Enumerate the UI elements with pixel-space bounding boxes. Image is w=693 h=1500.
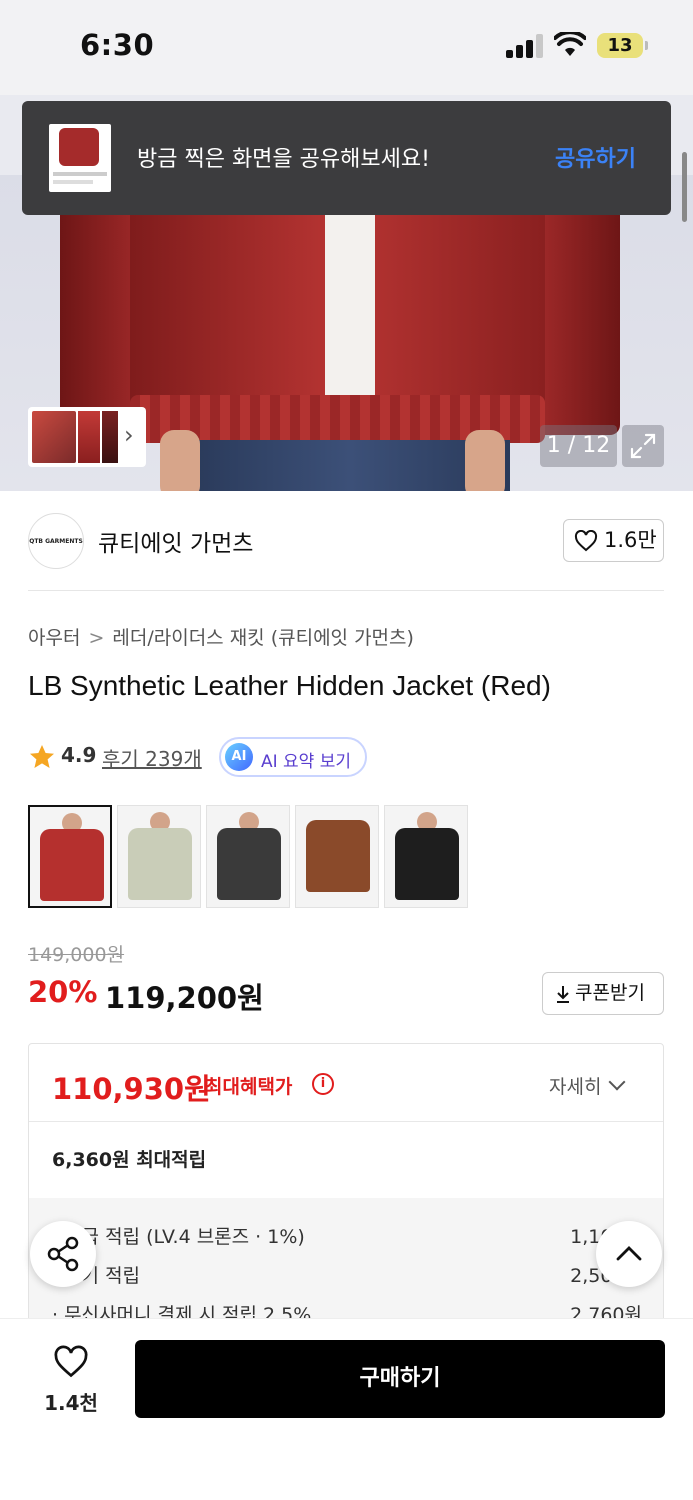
- breadcrumb-item-subcategory[interactable]: 레더/라이더스 재킷 (큐티에잇 가먼츠): [112, 627, 414, 649]
- signal-icon: [506, 34, 544, 58]
- reviews-link[interactable]: 후기 239개: [102, 743, 202, 772]
- brand-like-count: 1.6만: [604, 528, 657, 552]
- brand-logo[interactable]: QTB GARMENTS: [28, 513, 84, 569]
- bottom-action-bar: 1.4천 구매하기: [0, 1318, 693, 1500]
- image-page-counter: 1 / 12: [540, 425, 617, 467]
- share-button[interactable]: 공유하기: [555, 141, 636, 173]
- color-option-charcoal[interactable]: [206, 805, 290, 908]
- chevron-down-icon: [608, 1073, 626, 1091]
- ai-icon: AI: [225, 743, 253, 771]
- detail-label: 자세히: [549, 1076, 602, 1098]
- benefit-detail-toggle[interactable]: 자세히: [549, 1072, 626, 1099]
- battery-indicator: 13: [597, 33, 648, 58]
- benefit-panel: 110,930원 최대혜택가 i 자세히 6,360원 최대적립 · 등급 적립…: [28, 1043, 664, 1333]
- wishlist-count: 1.4천: [44, 1391, 98, 1415]
- divider: [28, 590, 664, 591]
- heart-icon: [574, 530, 598, 552]
- wishlist-button[interactable]: 1.4천: [40, 1345, 102, 1415]
- heart-icon: [54, 1345, 88, 1378]
- coupon-label: 쿠폰받기: [575, 982, 645, 1004]
- download-icon: [557, 986, 569, 1003]
- max-benefit-label: 최대혜택가: [205, 1076, 293, 1098]
- ai-summary-button[interactable]: AI AI 요약 보기: [219, 737, 367, 777]
- sale-price: 119,200원: [105, 981, 264, 1015]
- divider: [29, 1121, 663, 1122]
- buy-button[interactable]: 구매하기: [135, 1340, 665, 1418]
- product-title: LB Synthetic Leather Hidden Jacket (Red): [28, 670, 551, 701]
- chevron-up-icon: [616, 1246, 642, 1261]
- points-row: · 등급 적립 (LV.4 브론즈 · 1%) 1,100원: [52, 1222, 642, 1249]
- color-option-black[interactable]: [384, 805, 468, 908]
- discount-rate: 20%: [28, 975, 98, 1009]
- chevron-right-icon: ›: [124, 421, 134, 449]
- info-icon[interactable]: i: [312, 1073, 334, 1095]
- coupon-download-button[interactable]: 쿠폰받기: [542, 972, 664, 1015]
- expand-icon: [630, 433, 656, 459]
- max-benefit-price: 110,930원: [52, 1072, 211, 1106]
- status-time: 6:30: [80, 28, 155, 62]
- points-breakdown: · 등급 적립 (LV.4 브론즈 · 1%) 1,100원 · 후기 적립 2…: [29, 1198, 663, 1332]
- max-points: 6,360원 최대적립: [52, 1149, 207, 1171]
- expand-image-button[interactable]: [622, 425, 664, 467]
- brand-name[interactable]: 큐티에잇 가먼츠: [98, 524, 253, 558]
- color-option-sage[interactable]: [117, 805, 201, 908]
- original-price: 149,000원: [28, 944, 125, 966]
- status-bar: 6:30 13: [0, 0, 693, 95]
- breadcrumb: 아우터 > 레더/라이더스 재킷 (큐티에잇 가먼츠): [28, 623, 414, 650]
- screenshot-thumbnail: [49, 124, 111, 192]
- share-toast: 방금 찍은 화면을 공유해보세요! 공유하기: [22, 101, 671, 215]
- brand-like-button[interactable]: 1.6만: [563, 519, 664, 562]
- chevron-right-icon: >: [88, 627, 105, 649]
- ai-summary-label: AI 요약 보기: [261, 752, 352, 772]
- scrollbar[interactable]: [682, 152, 687, 222]
- toast-message: 방금 찍은 화면을 공유해보세요!: [137, 147, 430, 172]
- color-option-red[interactable]: [28, 805, 112, 908]
- wifi-icon: [554, 32, 586, 56]
- scroll-top-fab[interactable]: [596, 1221, 662, 1287]
- star-icon: [30, 745, 54, 768]
- breadcrumb-item-category[interactable]: 아우터: [28, 627, 80, 649]
- rating-score: 4.9: [61, 743, 97, 767]
- share-icon: [47, 1236, 79, 1272]
- share-fab[interactable]: [30, 1221, 96, 1287]
- image-thumbnail-strip[interactable]: ›: [28, 407, 146, 467]
- color-option-brown[interactable]: [295, 805, 379, 908]
- points-row: · 후기 적립 2,500원: [52, 1261, 642, 1288]
